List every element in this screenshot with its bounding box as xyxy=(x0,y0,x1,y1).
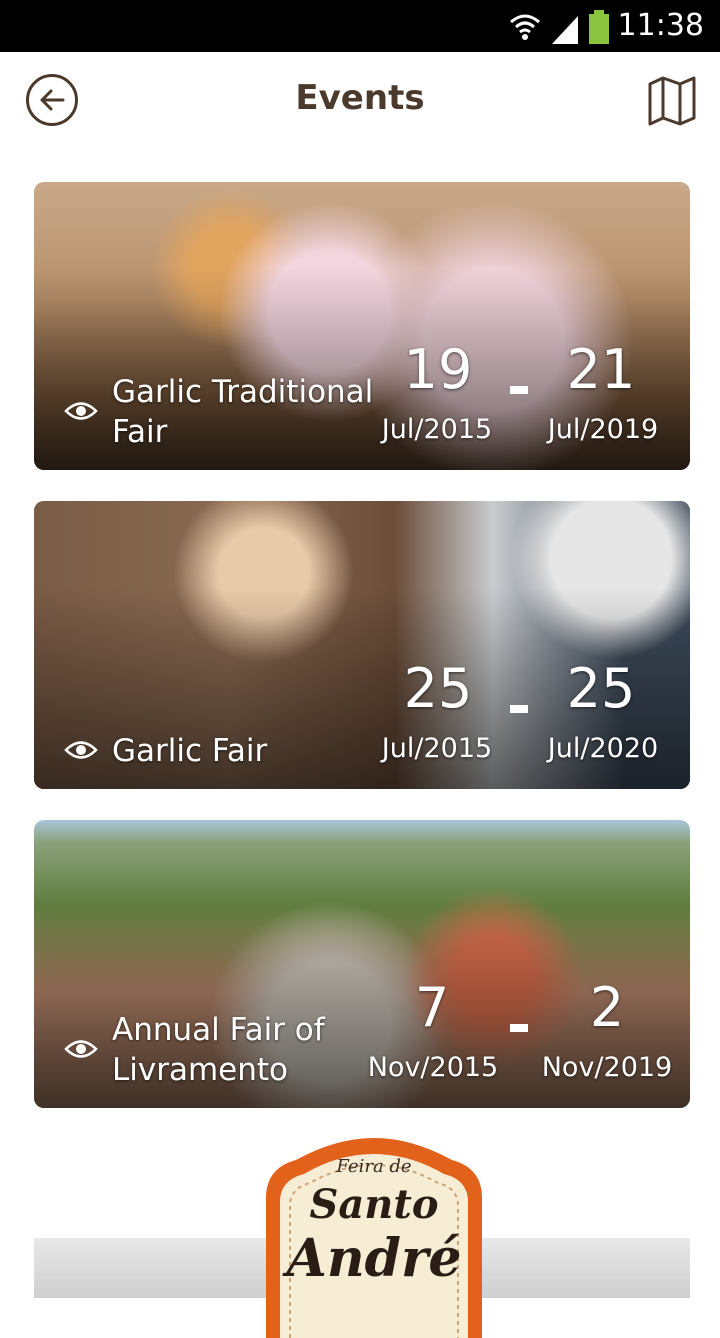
wifi-icon xyxy=(510,14,540,40)
status-icons xyxy=(508,10,610,44)
date-separator xyxy=(510,386,528,394)
event-name: Annual Fair of Livramento xyxy=(112,1012,325,1088)
start-month: Jul/2015 xyxy=(381,414,493,445)
app-header: Events xyxy=(0,52,720,152)
map-icon xyxy=(648,76,696,126)
end-month: Jul/2020 xyxy=(547,733,659,764)
end-day: 21 xyxy=(566,338,636,401)
start-day: 7 xyxy=(414,976,450,1039)
event-name: Garlic Fair xyxy=(112,733,268,769)
map-button[interactable] xyxy=(646,74,698,126)
end-day: 2 xyxy=(589,976,625,1039)
start-month: Nov/2015 xyxy=(367,1052,499,1083)
start-month: Jul/2015 xyxy=(381,733,493,764)
status-bar: 11:38 xyxy=(0,0,720,52)
event-name: Garlic Traditional Fair xyxy=(112,374,374,450)
status-time: 11:38 xyxy=(617,8,704,43)
page-title: Events xyxy=(295,78,425,118)
eye-icon xyxy=(64,402,98,420)
end-day: 25 xyxy=(566,657,636,720)
battery-icon xyxy=(589,10,609,44)
eye-icon xyxy=(64,741,98,759)
event-card[interactable]: Garlic Traditional Fair 19 Jul/2015 21 J… xyxy=(34,182,690,470)
event-card[interactable]: Garlic Fair 25 Jul/2015 25 Jul/2020 xyxy=(34,501,690,789)
logo-line2: Santo xyxy=(309,1181,438,1228)
feira-santo-andre-logo: Feira de Santo André xyxy=(266,1138,482,1338)
date-separator xyxy=(510,1024,528,1032)
date-separator xyxy=(510,705,528,713)
signal-icon xyxy=(552,16,578,44)
end-month: Jul/2019 xyxy=(547,414,659,445)
start-day: 19 xyxy=(403,338,473,401)
event-card[interactable]: Annual Fair of Livramento 7 Nov/2015 2 N… xyxy=(34,820,690,1108)
end-month: Nov/2019 xyxy=(541,1052,673,1083)
eye-icon xyxy=(64,1040,98,1058)
start-day: 25 xyxy=(403,657,473,720)
logo-line1: Feira de xyxy=(335,1156,411,1177)
